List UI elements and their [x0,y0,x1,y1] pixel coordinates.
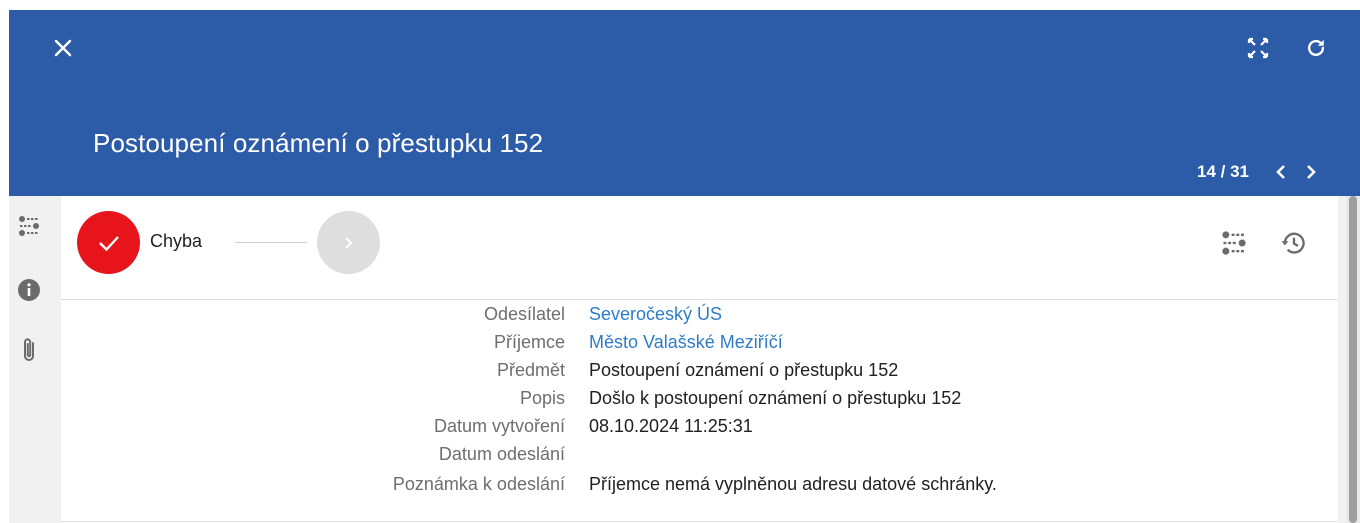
pager-count: 14 / 31 [1197,162,1249,181]
sender-link[interactable]: Severočeský ÚS [589,304,722,325]
dialog-header: Postoupení oznámení o přestupku 152 14 /… [9,10,1360,196]
close-icon [54,39,72,57]
dialog-body: Chyba Odesílatel Severočeský ÚS Příjemce… [9,196,1360,523]
field-value: 08.10.2024 11:25:31 [589,416,753,436]
workflow-filter-button[interactable] [1217,226,1251,260]
page-title: Postoupení oznámení o přestupku 152 [93,128,544,158]
paperclip-icon [24,338,34,361]
detail-panel: Chyba Odesílatel Severočeský ÚS Příjemce… [61,196,1338,523]
side-toolbar [9,196,59,523]
field-value: Příjemce nemá vyplněnou adresu datové sc… [589,474,997,494]
workflow-step-next-button[interactable] [317,211,380,274]
field-label: Datum vytvoření [433,416,565,436]
side-filter-button[interactable] [15,212,43,240]
dialog-frame: Postoupení oznámení o přestupku 152 14 /… [9,10,1360,523]
fullscreen-button[interactable] [1242,32,1274,64]
recipient-link[interactable]: Město Valašské Meziříčí [589,332,783,353]
divider [61,521,1338,522]
field-row-recipient: Příjemce Město Valašské Meziříčí [61,332,1338,356]
field-row-send-note: Poznámka k odeslání Příjemce nemá vyplně… [61,474,1338,498]
workflow-bar: Chyba [61,196,1338,300]
chevron-right-icon [1307,165,1316,179]
field-value: Došlo k postoupení oznámení o přestupku … [589,388,962,408]
field-row-sent: Datum odeslání [61,444,1338,468]
history-icon [1281,232,1305,254]
next-record-button[interactable] [1299,160,1323,184]
field-row-created: Datum vytvoření 08.10.2024 11:25:31 [61,416,1338,440]
chevron-left-icon [1276,165,1285,179]
info-icon [18,279,40,301]
close-button[interactable] [47,32,79,64]
field-label: Poznámka k odeslání [392,474,565,494]
refresh-button[interactable] [1300,32,1332,64]
field-row-subject: Předmět Postoupení oznámení o přestupku … [61,360,1338,384]
field-label: Předmět [496,360,565,380]
refresh-icon [1307,39,1325,57]
field-label: Odesílatel [483,304,565,324]
field-label: Popis [519,388,565,408]
history-button[interactable] [1277,226,1311,260]
field-row-sender: Odesílatel Severočeský ÚS [61,304,1338,328]
scrollbar-thumb[interactable] [1349,196,1357,523]
side-attachments-button[interactable] [15,336,43,364]
vertical-scrollbar[interactable] [1346,196,1360,523]
checkmark-icon [98,235,119,251]
workflow-step-label: Chyba [150,231,203,251]
workflow-connector [235,242,307,243]
field-row-description: Popis Došlo k postoupení oznámení o přes… [61,388,1338,412]
field-value: Postoupení oznámení o přestupku 152 [589,360,899,380]
filter-sliders-icon [1222,231,1246,255]
fullscreen-icon [1247,37,1269,59]
chevron-right-icon [344,236,352,249]
workflow-step-current[interactable] [77,211,140,274]
field-label: Datum odeslání [438,444,565,464]
filter-sliders-icon [19,216,39,236]
record-pager: 14 / 31 [1197,158,1323,186]
field-label: Příjemce [493,332,565,352]
side-info-button[interactable] [15,276,43,304]
previous-record-button[interactable] [1269,160,1293,184]
